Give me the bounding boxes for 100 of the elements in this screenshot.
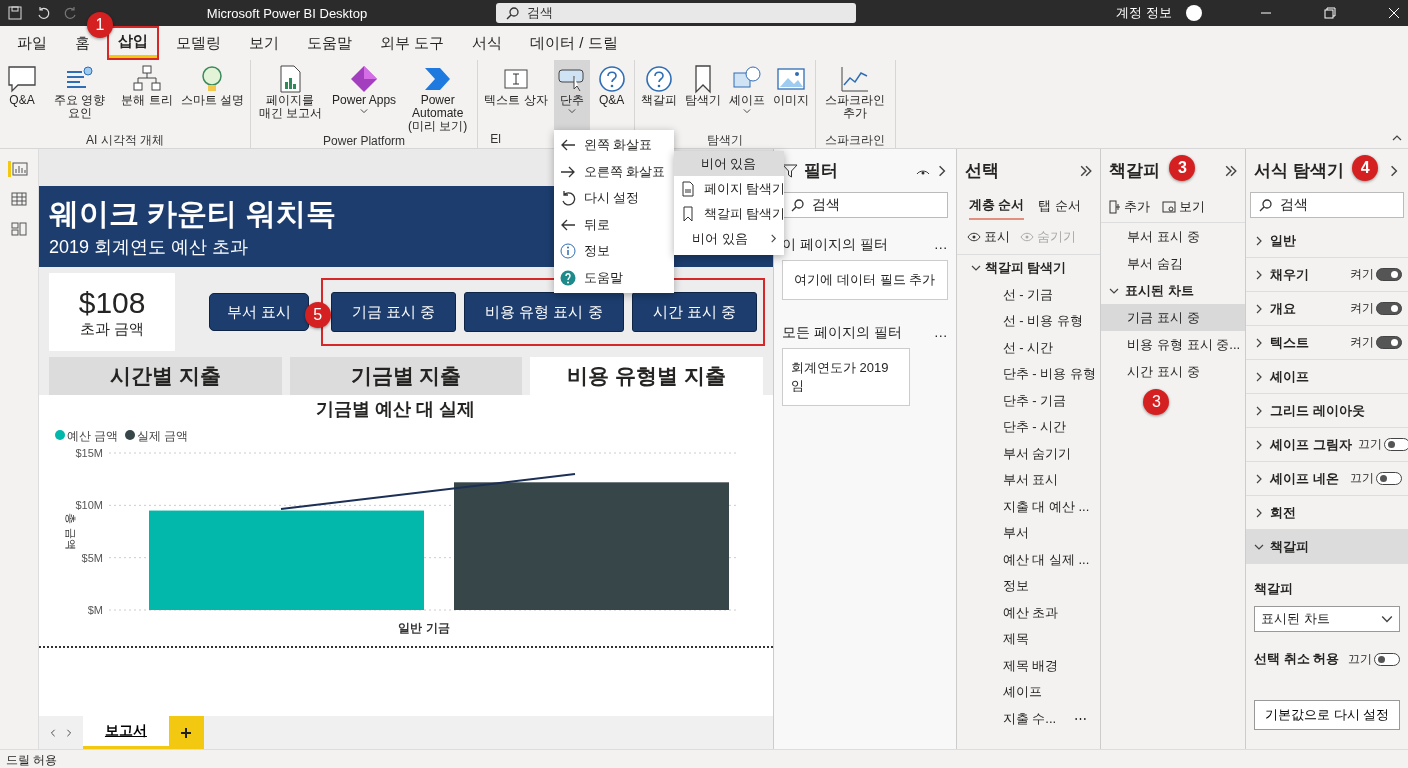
model-view-icon[interactable]	[10, 221, 27, 237]
more-options[interactable]: …	[933, 324, 948, 342]
report-tab[interactable]: 기금별 지출	[289, 357, 523, 395]
filter-card[interactable]: 회계연도가 2019임	[781, 348, 910, 406]
pane-tab[interactable]: 계층 순서	[968, 192, 1025, 220]
format-section[interactable]: 개요 켜기	[1246, 292, 1408, 326]
search-field[interactable]: 검색	[781, 192, 948, 218]
save-icon[interactable]	[8, 6, 22, 20]
menu-item[interactable]: 다시 설정	[553, 185, 674, 212]
ribbon-button[interactable]: 페이지를 매긴 보고서	[254, 60, 327, 134]
menu-item[interactable]: 페이지 탐색기	[673, 176, 784, 201]
search-field[interactable]: 검색	[496, 3, 856, 23]
layer-item[interactable]: 부서 숨기기	[956, 440, 1072, 467]
format-section[interactable]: 셰이프 그림자 끄기	[1246, 428, 1408, 462]
report-button[interactable]: 부서 표시	[209, 293, 309, 331]
menu-tab[interactable]: 파일	[8, 29, 56, 57]
layer-item[interactable]: 부서 표시	[956, 467, 1059, 494]
menu-tab[interactable]: 보기	[240, 29, 288, 57]
restore-icon[interactable]	[1324, 7, 1336, 19]
menu-tab[interactable]: 삽입	[109, 28, 157, 58]
layer-item[interactable]: 단추 - 기금	[956, 387, 1067, 414]
menu-item[interactable]: 책갈피 탐색기	[673, 201, 784, 226]
ribbon-button[interactable]: 탐색기	[682, 60, 723, 132]
report-tab[interactable]: 비용 유형별 지출	[530, 357, 763, 395]
format-section[interactable]: 셰이프 네온 끄기	[1246, 462, 1408, 496]
close-icon[interactable]	[1388, 7, 1400, 19]
ribbon-button[interactable]: 책갈피	[638, 60, 679, 132]
more-options[interactable]: …	[933, 236, 948, 254]
bookmark-dropdown[interactable]: 표시된 차트	[1254, 606, 1400, 632]
layer-item[interactable]: 셰이프	[956, 679, 1042, 706]
drop-zone[interactable]: 여기에 데이터 필드 추가	[781, 260, 948, 300]
search-field[interactable]: 검색	[1250, 192, 1404, 218]
layer-item[interactable]: 선 - 기금	[956, 281, 1054, 308]
menu-tab[interactable]: 서식	[463, 29, 512, 57]
account-name[interactable]: 계정 정보	[1116, 4, 1172, 22]
menu-tab[interactable]: 외부 도구	[371, 29, 454, 57]
pane-action[interactable]: 추가	[1109, 198, 1151, 216]
menu-tab[interactable]: 도움말	[298, 29, 361, 57]
layer-item[interactable]: 정보	[956, 573, 1029, 600]
format-section[interactable]: 책갈피	[1246, 530, 1408, 564]
menu-item[interactable]: 뒤로	[553, 211, 674, 238]
ribbon-button[interactable]: Power Apps	[330, 60, 399, 134]
reset-button[interactable]: 기본값으로 다시 설정	[1254, 700, 1400, 730]
bookmark-group[interactable]: 표시된 차트	[1101, 277, 1246, 304]
format-section[interactable]: 셰이프	[1246, 360, 1408, 394]
pane-action[interactable]: 보기	[1162, 198, 1206, 216]
layer-item[interactable]: 지출 수...	[956, 705, 1057, 732]
more-options[interactable]: ⋯	[1074, 711, 1088, 727]
page-tab[interactable]: 보고서	[82, 716, 169, 749]
layer-item[interactable]: 지출 대 예산 ...	[956, 493, 1090, 520]
layer-item[interactable]: 선 - 시간	[956, 334, 1054, 361]
bookmark-item[interactable]: 부서 표시 중	[1101, 223, 1246, 250]
menu-tab[interactable]: 모델링	[167, 29, 230, 57]
bookmark-item[interactable]: 시간 표시 중	[1101, 358, 1246, 385]
report-button[interactable]: 비용 유형 표시 중	[464, 292, 624, 332]
layer-item[interactable]: 예산 초과	[956, 599, 1059, 626]
ribbon-button[interactable]: Power Automate (미리 보기)	[402, 60, 474, 134]
ribbon-button[interactable]: 스파크라인 추가	[819, 60, 891, 132]
layer-item[interactable]: 예산 대 실제 ...	[956, 546, 1090, 573]
format-section[interactable]: 그리드 레이아웃	[1246, 394, 1408, 428]
ribbon-button[interactable]: Q&A	[4, 60, 40, 132]
ribbon-button[interactable]: 단추	[553, 60, 590, 132]
format-section[interactable]: 채우기 켜기	[1246, 258, 1408, 292]
layer-item[interactable]: 단추 - 비용 유형	[956, 361, 1096, 388]
toggle-switch[interactable]	[1374, 652, 1400, 666]
ribbon-button[interactable]: 주요 영향 요인	[44, 60, 116, 132]
table-view-icon[interactable]	[10, 191, 27, 207]
layer-item[interactable]: 부서	[956, 520, 1029, 547]
layer-item[interactable]: 제목 배경	[956, 652, 1059, 679]
pane-tab[interactable]: 탭 순서	[1038, 192, 1081, 220]
toggle-switch[interactable]	[1376, 268, 1402, 281]
menu-item[interactable]: 왼쪽 화살표	[553, 132, 674, 159]
menu-item[interactable]: 정보	[553, 238, 674, 265]
undo-icon[interactable]	[36, 6, 50, 20]
report-tab[interactable]: 시간별 지출	[48, 357, 282, 395]
ribbon-button[interactable]: 분해 트리	[119, 60, 175, 132]
ribbon-button[interactable]: 이미지	[770, 60, 811, 132]
toggle-switch[interactable]	[1376, 302, 1402, 315]
menu-tab[interactable]: 데이터 / 드릴	[521, 29, 627, 57]
layer-item[interactable]: 제목	[956, 626, 1029, 653]
layer-item[interactable]: 단추 - 시간	[956, 414, 1067, 441]
ribbon-button[interactable]: 텍스트 상자	[482, 60, 550, 132]
menu-item[interactable]: 비어 있음	[673, 151, 784, 176]
ribbon-button[interactable]: Q&A	[593, 60, 630, 132]
format-section[interactable]: 일반	[1246, 224, 1408, 258]
toggle-switch[interactable]	[1376, 336, 1402, 349]
toggle-switch[interactable]	[1383, 438, 1408, 451]
toggle-switch[interactable]	[1376, 472, 1402, 485]
avatar-circle[interactable]	[1186, 5, 1202, 21]
pane-action[interactable]: 표시	[966, 228, 1010, 246]
format-section[interactable]: 텍스트 켜기	[1246, 326, 1408, 360]
bookmark-item[interactable]: 기금 표시 중	[1101, 304, 1246, 331]
bookmark-item[interactable]: 부서 숨김	[1101, 250, 1246, 277]
layer-item[interactable]: 선 - 비용 유형	[956, 308, 1083, 335]
menu-item[interactable]: 비어 있음	[673, 226, 784, 251]
report-button[interactable]: 기금 표시 중	[330, 292, 457, 332]
ribbon-button[interactable]: 셰이프	[726, 60, 767, 132]
tree-group[interactable]: 책갈피 탐색기	[956, 255, 1101, 282]
ribbon-button[interactable]: 스마트 설명	[178, 60, 246, 132]
add-page-button[interactable]	[168, 716, 204, 749]
